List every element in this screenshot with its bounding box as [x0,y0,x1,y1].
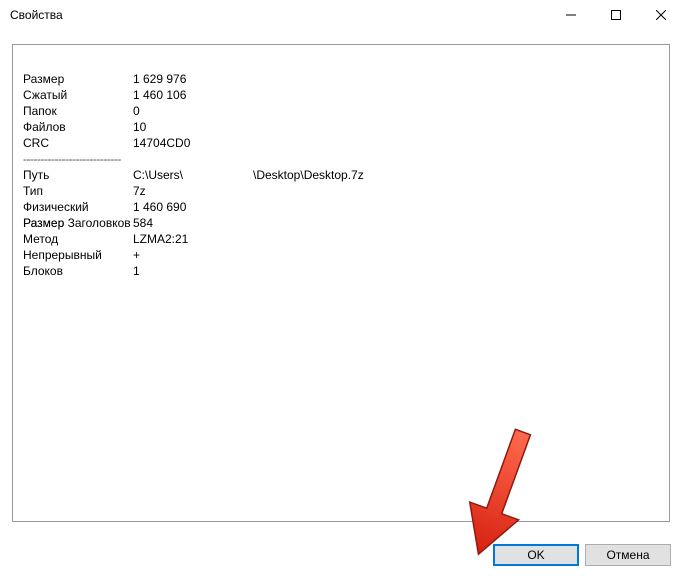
prop-value: 7z [133,183,253,199]
close-icon [656,10,666,20]
prop-row-packed: Сжатый 1 460 106 [23,87,364,103]
minimize-button[interactable] [548,0,593,30]
prop-label: CRC [23,135,133,151]
prop-label: Метод [23,231,133,247]
maximize-button[interactable] [593,0,638,30]
minimize-icon [566,10,576,20]
prop-label: Размер Заголовков [23,215,133,231]
prop-row-files: Файлов 10 [23,119,364,135]
prop-label: Непрерывный [23,247,133,263]
prop-row-type: Тип 7z [23,183,364,199]
prop-row-blocks: Блоков 1 [23,263,364,279]
prop-value: LZMA2:21 [133,231,253,247]
prop-row-physical: Физический Размер 1 460 690 [23,199,364,215]
prop-divider: ---------------------------- [23,151,364,167]
close-button[interactable] [638,0,683,30]
prop-label: Блоков [23,263,133,279]
dialog-footer: OK Отмена [0,534,683,576]
prop-value: 584 [133,215,253,231]
prop-value: 10 [133,119,253,135]
prop-value: + [133,247,253,263]
window-title: Свойства [10,8,548,22]
prop-row-path: Путь C:\Users\ \Desktop\Desktop.7z [23,167,364,183]
prop-label: Файлов [23,119,133,135]
prop-value: 1 [133,263,253,279]
prop-row-folders: Папок 0 [23,103,364,119]
prop-label: Физический Размер [23,199,133,215]
prop-value: 1 460 106 [133,87,253,103]
properties-panel: Размер 1 629 976 Сжатый 1 460 106 Папок … [12,44,670,522]
prop-row-method: Метод LZMA2:21 [23,231,364,247]
divider-line: ---------------------------- [23,151,121,167]
prop-value: 1 629 976 [133,71,253,87]
prop-label: Путь [23,167,133,183]
window-controls [548,0,683,30]
cancel-button[interactable]: Отмена [585,544,671,566]
properties-list: Размер 1 629 976 Сжатый 1 460 106 Папок … [23,71,364,279]
prop-label: Тип [23,183,133,199]
prop-value: 1 460 690 [133,199,253,215]
prop-value: 14704CD0 [133,135,253,151]
prop-label: Размер [23,71,133,87]
prop-row-headers: Размер Заголовков 584 [23,215,364,231]
titlebar: Свойства [0,0,683,30]
prop-row-crc: CRC 14704CD0 [23,135,364,151]
prop-label: Сжатый [23,87,133,103]
prop-value-extra: \Desktop\Desktop.7z [253,167,364,183]
maximize-icon [611,10,621,20]
prop-row-size: Размер 1 629 976 [23,71,364,87]
prop-value: 0 [133,103,253,119]
prop-value: C:\Users\ [133,167,253,183]
ok-button[interactable]: OK [493,544,579,566]
prop-row-solid: Непрерывный + [23,247,364,263]
prop-label: Папок [23,103,133,119]
